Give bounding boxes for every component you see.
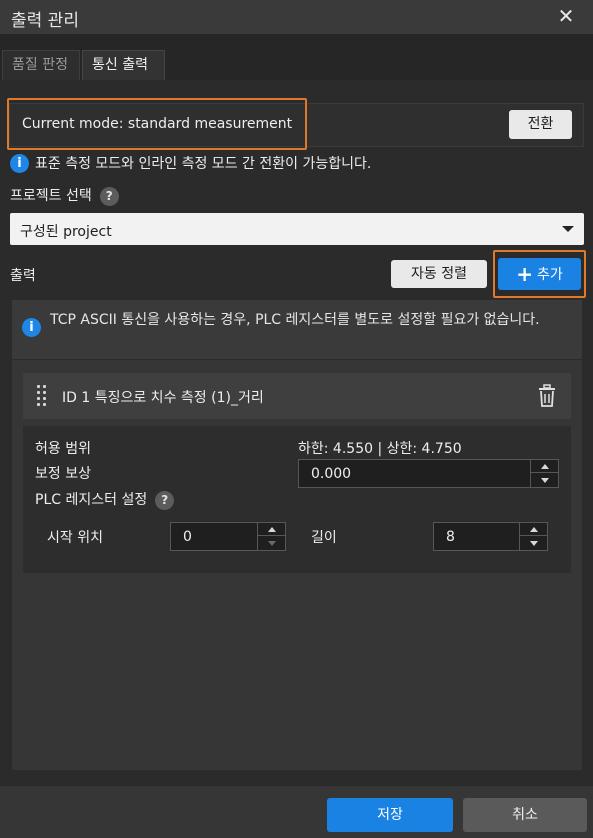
project-select[interactable]: 구성된 project	[10, 213, 584, 245]
stepper-down-button[interactable]	[531, 474, 558, 487]
tolerance-label: 허용 범위	[35, 441, 91, 457]
stepper-down-button[interactable]	[258, 537, 285, 550]
compensation-label: 보정 보상	[35, 466, 91, 482]
tolerance-value: 하한: 4.550 | 상한: 4.750	[298, 441, 462, 457]
auto-sort-button[interactable]: 자동 정렬	[391, 260, 487, 288]
output-label: 출력	[10, 268, 36, 284]
tab-communication-output[interactable]: 통신 출력	[82, 50, 165, 80]
close-icon[interactable]: ✕	[557, 6, 575, 26]
add-button-label: 추가	[537, 267, 563, 283]
length-label: 길이	[311, 530, 337, 546]
tab-quality-judgement[interactable]: 품질 판정	[2, 50, 80, 80]
help-icon[interactable]: ?	[155, 490, 175, 510]
title-bar: 출력 관리 ✕	[0, 0, 593, 34]
info-icon: i	[22, 318, 41, 337]
add-button[interactable]: + 추가	[498, 258, 581, 290]
project-select-label: 프로젝트 선택?	[10, 185, 119, 206]
output-item-header: ID 1 특징으로 치수 측정 (1)_거리	[23, 373, 571, 419]
output-item-title: ID 1 특징으로 치수 측정 (1)_거리	[62, 390, 264, 406]
stepper-up-button[interactable]	[520, 523, 547, 536]
tcp-notice: i TCP ASCII 통신을 사용하는 경우, PLC 레지스터를 별도로 설…	[12, 300, 582, 360]
start-position-label: 시작 위치	[47, 530, 103, 546]
length-input[interactable]: 8	[433, 522, 548, 551]
start-position-value: 0	[183, 529, 192, 545]
start-position-input[interactable]: 0	[170, 522, 286, 551]
tab-bar: 품질 판정 통신 출력	[0, 34, 593, 80]
length-stepper	[519, 523, 547, 550]
cancel-button[interactable]: 취소	[463, 798, 587, 832]
trash-icon[interactable]	[538, 384, 556, 408]
compensation-input[interactable]: 0.000	[298, 459, 559, 488]
switch-mode-button[interactable]: 전환	[509, 110, 572, 139]
help-icon[interactable]: ?	[99, 186, 119, 206]
start-position-stepper	[257, 523, 285, 550]
current-mode-text: Current mode: standard measurement	[22, 116, 293, 132]
stepper-down-button[interactable]	[520, 537, 547, 550]
compensation-stepper	[530, 460, 558, 487]
compensation-value: 0.000	[311, 466, 352, 482]
plus-icon: +	[516, 262, 533, 286]
chevron-down-icon	[562, 226, 574, 232]
project-selected-value: 구성된 project	[20, 224, 112, 240]
save-button[interactable]: 저장	[327, 798, 453, 832]
plc-register-label: PLC 레지스터 설정?	[35, 489, 175, 510]
length-value: 8	[446, 529, 455, 545]
tcp-notice-text: TCP ASCII 통신을 사용하는 경우, PLC 레지스터를 별도로 설정할…	[50, 312, 540, 328]
stepper-up-button[interactable]	[258, 523, 285, 536]
stepper-up-button[interactable]	[531, 460, 558, 473]
drag-handle-icon[interactable]	[37, 385, 49, 406]
project-label-text: 프로젝트 선택	[10, 188, 92, 204]
mode-info: i 표준 측정 모드와 인라인 측정 모드 간 전환이 가능합니다.	[10, 153, 371, 173]
window-title: 출력 관리	[11, 11, 79, 31]
mode-info-text: 표준 측정 모드와 인라인 측정 모드 간 전환이 가능합니다.	[35, 156, 372, 172]
info-icon: i	[10, 153, 29, 173]
plc-label-text: PLC 레지스터 설정	[35, 492, 148, 508]
